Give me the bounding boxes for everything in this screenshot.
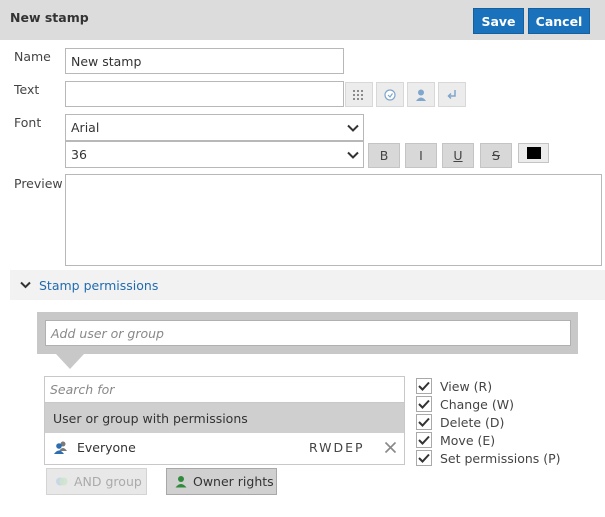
chevron-down-icon — [343, 142, 363, 167]
checkbox-label: Set permissions (P) — [440, 450, 561, 466]
checkbox-change[interactable]: Change (W) — [416, 395, 561, 413]
and-group-label: AND group — [74, 474, 142, 489]
section-title: Stamp permissions — [39, 277, 159, 293]
insert-date-button[interactable] — [376, 82, 404, 107]
owner-rights-label: Owner rights — [193, 474, 274, 489]
checkmark-icon — [416, 396, 432, 412]
checkmark-icon — [416, 378, 432, 394]
and-group-icon — [55, 475, 68, 488]
chevron-down-icon — [19, 279, 31, 291]
owner-rights-button[interactable]: Owner rights — [166, 468, 277, 495]
stamp-permissions-toggle[interactable]: Stamp permissions — [10, 270, 605, 300]
font-select-value: Arial — [71, 120, 100, 135]
name-label: Name — [14, 49, 51, 64]
font-size-value: 36 — [71, 147, 87, 162]
checkbox-move[interactable]: Move (E) — [416, 431, 561, 449]
insert-linebreak-button[interactable] — [438, 82, 466, 107]
search-input[interactable]: Search for — [45, 377, 404, 403]
insert-counter-button[interactable] — [345, 82, 373, 107]
checkbox-label: Change (W) — [440, 396, 514, 412]
insert-user-button[interactable] — [407, 82, 435, 107]
list-header: User or group with permissions — [45, 403, 404, 433]
return-icon — [447, 89, 456, 99]
checkmark-icon — [416, 432, 432, 448]
permission-list: Search for User or group with permission… — [44, 376, 405, 465]
group-icon — [53, 440, 69, 459]
text-input[interactable] — [65, 81, 344, 107]
checkmark-icon — [416, 450, 432, 466]
preview-label: Preview — [14, 176, 63, 191]
and-group-button[interactable]: AND group — [46, 468, 147, 495]
checkbox-delete[interactable]: Delete (D) — [416, 413, 561, 431]
clock-icon — [384, 88, 396, 101]
grid-icon — [353, 89, 363, 100]
add-user-input[interactable]: Add user or group — [45, 320, 571, 346]
underline-button[interactable]: U — [442, 143, 474, 168]
entry-rights: RWDEP — [309, 440, 365, 455]
font-color-button[interactable] — [518, 143, 549, 163]
close-icon[interactable] — [384, 441, 397, 454]
color-swatch — [526, 147, 541, 159]
checkbox-label: Move (E) — [440, 432, 496, 448]
italic-button[interactable]: I — [405, 143, 437, 168]
font-label: Font — [14, 115, 42, 130]
checkmark-icon — [416, 414, 432, 430]
chevron-down-icon — [343, 115, 363, 140]
list-item[interactable]: Everyone RWDEP — [45, 433, 404, 463]
font-size-select[interactable]: 36 — [65, 141, 364, 168]
checkbox-view[interactable]: View (R) — [416, 377, 561, 395]
text-label: Text — [14, 82, 40, 97]
panel-pointer — [56, 354, 84, 369]
checkbox-label: Delete (D) — [440, 414, 505, 430]
name-input[interactable]: New stamp — [65, 48, 344, 74]
entry-name: Everyone — [77, 440, 136, 455]
preview-area — [65, 174, 602, 266]
save-button[interactable]: Save — [473, 8, 524, 34]
dialog-header: New stamp Save Cancel — [0, 0, 605, 40]
checkbox-label: View (R) — [440, 378, 493, 394]
strikethrough-button[interactable]: S — [480, 143, 512, 168]
user-icon — [175, 475, 187, 488]
font-select[interactable]: Arial — [65, 114, 364, 141]
bold-button[interactable]: B — [368, 143, 400, 168]
add-user-panel: Add user or group — [37, 312, 578, 354]
dialog-title: New stamp — [10, 10, 89, 25]
checkbox-set-permissions[interactable]: Set permissions (P) — [416, 449, 561, 467]
permission-checkboxes: View (R) Change (W) Delete (D) Move (E) … — [416, 377, 561, 467]
user-icon — [416, 89, 426, 101]
cancel-button[interactable]: Cancel — [528, 8, 590, 34]
